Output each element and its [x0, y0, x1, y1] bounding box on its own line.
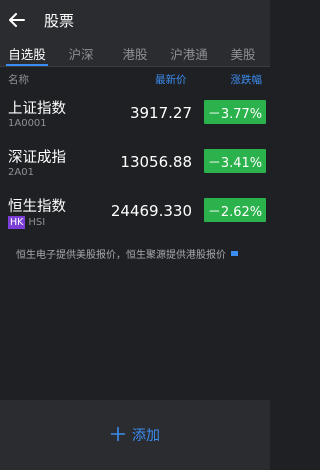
stock-price: 13056.88 — [120, 153, 192, 171]
stock-name: 恒生指数 — [8, 199, 66, 215]
data-source-text: 恒生电子提供美股报价，恒生聚源提供港股报价 — [16, 250, 226, 261]
tab-watchlist[interactable]: 自选股 — [0, 40, 54, 66]
stock-row[interactable]: 恒生指数 HK HSI 24469.330 －2.62% — [0, 189, 270, 238]
stock-row[interactable]: 上证指数 1A0001 3917.27 －3.77% — [0, 91, 270, 140]
stock-code: 2A01 — [8, 167, 34, 178]
column-name-header: 名称 — [8, 73, 29, 86]
stock-code: HSI — [28, 217, 46, 228]
column-change-header[interactable]: 涨跌幅 — [231, 72, 263, 87]
add-stock-button[interactable]: 添加 — [0, 400, 270, 470]
tab-hong-kong[interactable]: 港股 — [108, 40, 162, 66]
stock-code-wrap: 2A01 — [8, 167, 34, 178]
stock-code: 1A0001 — [8, 118, 47, 129]
stock-code-wrap: 1A0001 — [8, 118, 47, 129]
change-badge[interactable]: －2.62% — [204, 198, 266, 222]
column-price-header[interactable]: 最新价 — [155, 72, 187, 87]
page-title: 股票 — [44, 11, 75, 30]
change-badge[interactable]: －3.77% — [204, 100, 266, 124]
info-icon[interactable] — [231, 251, 238, 256]
stock-row[interactable]: 深证成指 2A01 13056.88 －3.41% — [0, 140, 270, 189]
hk-market-badge: HK — [8, 216, 26, 229]
add-label: 添加 — [132, 428, 160, 444]
market-tabs: 自选股 沪深 港股 沪港通 美股 — [0, 40, 270, 67]
stock-name: 深证成指 — [8, 150, 66, 166]
stock-price: 24469.330 — [110, 202, 192, 220]
data-source-note: 恒生电子提供美股报价，恒生聚源提供港股报价 — [0, 246, 270, 261]
plus-icon — [110, 425, 126, 445]
tab-us-stocks[interactable]: 美股 — [216, 40, 270, 66]
list-header: 名称 最新价 涨跌幅 — [0, 67, 270, 91]
change-badge[interactable]: －3.41% — [204, 149, 266, 173]
stock-price: 3917.27 — [129, 104, 192, 122]
back-button[interactable] — [0, 0, 34, 40]
tab-stock-connect[interactable]: 沪港通 — [162, 40, 216, 66]
back-arrow-icon — [9, 13, 25, 27]
stock-name: 上证指数 — [8, 101, 66, 117]
top-bar: 股票 — [0, 0, 270, 40]
tab-shanghai-shenzhen[interactable]: 沪深 — [54, 40, 108, 66]
stock-code-wrap: HK HSI — [8, 216, 45, 229]
